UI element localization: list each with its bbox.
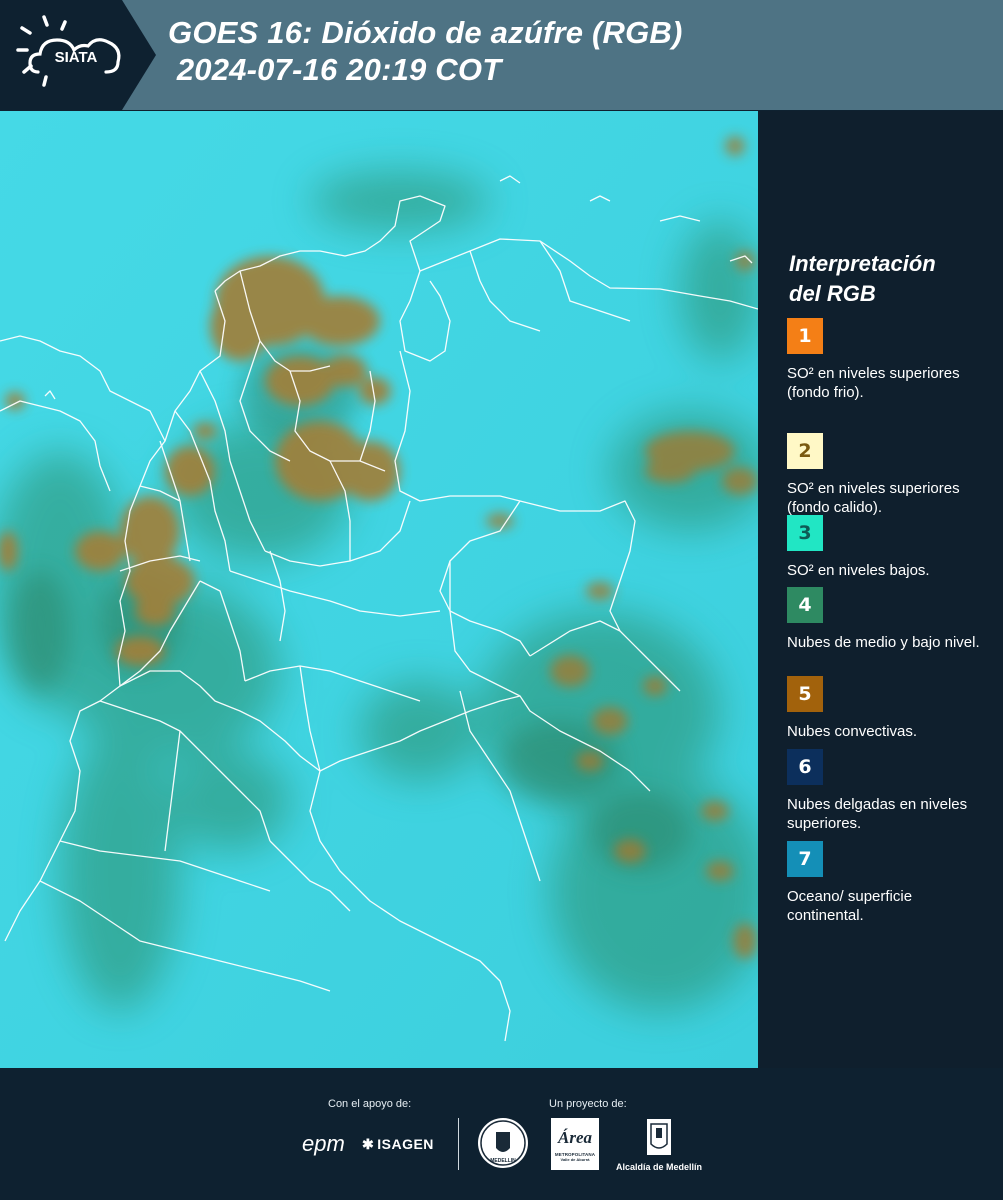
alcaldia-medellin-logo[interactable]: Alcaldía de Medellín xyxy=(614,1118,704,1172)
legend-label: Nubes convectivas. xyxy=(787,723,918,740)
medellin-seal-logo[interactable]: MEDELLIN xyxy=(478,1118,528,1168)
legend-swatch: 1 xyxy=(787,318,823,354)
legend-label: Nubes delgadas en niveles superiores. xyxy=(787,796,968,832)
legend-title-line-1: Interpretación xyxy=(789,251,936,276)
siata-logo-text: SIATA xyxy=(55,49,98,66)
legend-item: 4 Nubes de medio y bajo nivel. xyxy=(787,587,992,652)
title-line-1: GOES 16: Dióxido de azúfre (RGB) xyxy=(168,15,683,50)
epm-logo[interactable]: epm xyxy=(302,1131,345,1157)
legend-swatch: 4 xyxy=(787,587,823,623)
legend-label: SO² en niveles superiores (fondo calido)… xyxy=(787,480,960,516)
legend-item: 1 SO² en niveles superiores (fondo frio). xyxy=(787,318,992,402)
project-caption: Un proyecto de: xyxy=(549,1098,627,1110)
footer-divider xyxy=(458,1118,459,1170)
area-metropolitana-label: Área xyxy=(558,1128,592,1147)
header-bar: SIATA GOES 16: Dióxido de azúfre (RGB) 2… xyxy=(0,0,1003,110)
legend-swatch: 3 xyxy=(787,515,823,551)
legend-label: SO² en niveles bajos. xyxy=(787,562,930,579)
legend-label: SO² en niveles superiores (fondo frio). xyxy=(787,365,960,401)
isagen-logo[interactable]: ✱ ISAGEN xyxy=(362,1136,434,1153)
isagen-icon: ✱ xyxy=(362,1136,375,1152)
rgb-legend: Interpretación del RGB 1 SO² en niveles s… xyxy=(760,111,1003,1068)
isagen-label: ISAGEN xyxy=(377,1136,434,1152)
legend-item: 6 Nubes delgadas en niveles superiores. xyxy=(787,749,992,833)
legend-swatch: 6 xyxy=(787,749,823,785)
legend-item: 5 Nubes convectivas. xyxy=(787,676,992,741)
legend-label: Nubes de medio y bajo nivel. xyxy=(787,634,980,651)
medellin-seal-text: MEDELLIN xyxy=(490,1158,516,1164)
area-metropolitana-sub2: Valle de Aburrá xyxy=(560,1157,590,1162)
siata-logo[interactable]: SIATA xyxy=(0,0,158,110)
satellite-map[interactable] xyxy=(0,111,758,1068)
footer: Con el apoyo de: Un proyecto de: epm ✱ IS… xyxy=(0,1068,1003,1200)
legend-title-line-2: del RGB xyxy=(789,281,876,306)
alcaldia-shield-icon xyxy=(647,1119,671,1155)
support-caption: Con el apoyo de: xyxy=(328,1098,412,1110)
alcaldia-medellin-label: Alcaldía de Medellín xyxy=(615,1162,703,1172)
legend-swatch: 7 xyxy=(787,841,823,877)
page-title: GOES 16: Dióxido de azúfre (RGB) 2024-07… xyxy=(168,14,683,88)
title-line-2: 2024-07-16 20:19 COT xyxy=(168,52,502,87)
legend-swatch: 2 xyxy=(787,433,823,469)
legend-title: Interpretación del RGB xyxy=(789,249,936,309)
area-metropolitana-logo[interactable]: Área METROPOLITANA Valle de Aburrá xyxy=(551,1118,599,1170)
legend-label: Oceano/ superficie continental. xyxy=(787,888,913,924)
legend-swatch: 5 xyxy=(787,676,823,712)
legend-item: 7 Oceano/ superficie continental. xyxy=(787,841,992,925)
legend-item: 3 SO² en niveles bajos. xyxy=(787,515,992,580)
legend-item: 2 SO² en niveles superiores (fondo calido… xyxy=(787,433,992,517)
